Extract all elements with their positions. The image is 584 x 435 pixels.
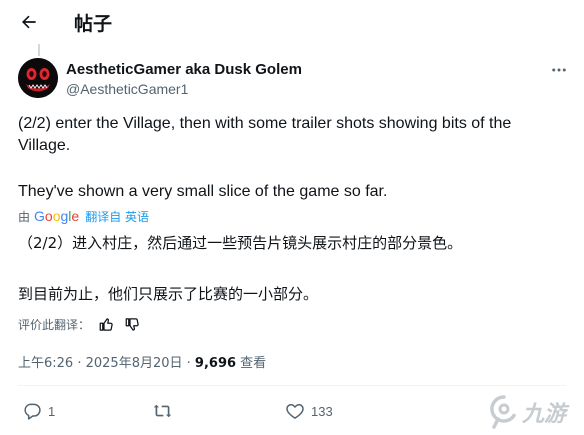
retweet-icon <box>153 404 172 418</box>
retweet-button[interactable] <box>152 400 179 422</box>
author-handle[interactable]: @AestheticGamer1 <box>66 81 188 97</box>
tweet-text-line: (2/2) enter the Village, then with some … <box>18 115 512 132</box>
top-bar: 帖子 <box>0 0 584 44</box>
translated-text-line: （2/2）进入村庄，然后通过一些预告片镜头展示村庄的部分景色。 <box>18 234 463 252</box>
tweet-date[interactable]: 2025年8月20日 <box>86 356 183 371</box>
arrow-left-icon <box>22 15 36 29</box>
thumbs-down-button[interactable] <box>122 314 142 334</box>
thumbs-up-icon <box>99 317 113 331</box>
tweet-time[interactable]: 上午6:26 <box>18 356 73 371</box>
more-options-button[interactable] <box>548 60 570 80</box>
tweet-text-line: They've shown a very small slice of the … <box>18 183 388 200</box>
more-dots-icon <box>552 68 566 72</box>
like-button[interactable]: 133 <box>285 400 333 422</box>
thumbs-down-icon <box>125 317 139 331</box>
tweet-text-line: Village. <box>18 137 71 154</box>
thread-connector-line <box>38 44 40 56</box>
heart-icon <box>286 404 304 419</box>
divider <box>18 385 566 386</box>
thumbs-up-button[interactable] <box>96 314 116 334</box>
meta-separator: · <box>73 356 86 371</box>
reply-button[interactable]: 1 <box>22 400 55 422</box>
views-label: 查看 <box>236 356 267 371</box>
watermark-logo-icon <box>490 395 516 429</box>
like-count: 133 <box>311 403 333 419</box>
back-button[interactable] <box>14 9 44 35</box>
page-title: 帖子 <box>74 13 113 35</box>
watermark-text: 九游 <box>522 402 567 427</box>
google-logo: Google <box>34 208 80 224</box>
translate-source-link[interactable]: 翻译自 英语 <box>85 208 149 225</box>
meta-separator: · <box>182 356 195 371</box>
views-count[interactable]: 9,696 <box>195 356 236 371</box>
translated-text-line: 到目前为止，他们只展示了比赛的一小部分。 <box>18 285 319 303</box>
author-name[interactable]: AestheticGamer aka Dusk Golem <box>66 61 302 78</box>
watermark: 九游 <box>488 392 580 432</box>
reply-icon <box>24 403 41 420</box>
rate-translation-row: 评价此翻译： <box>18 314 142 334</box>
tweet-meta: 上午6:26 · 2025年8月20日 · 9,696 查看 <box>18 352 266 371</box>
translated-by-label: 由 <box>18 209 31 224</box>
avatar[interactable] <box>18 58 58 98</box>
translated-by-row: 由 Google 翻译自 英语 <box>18 207 149 225</box>
rate-translation-label: 评价此翻译： <box>18 317 91 332</box>
avatar-creature-icon <box>18 58 58 98</box>
reply-count: 1 <box>48 403 56 419</box>
